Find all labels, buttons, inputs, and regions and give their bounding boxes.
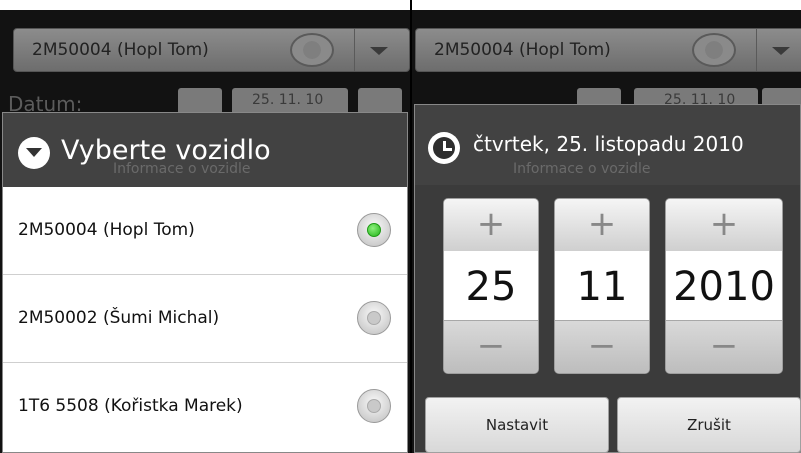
month-plus-button[interactable]: + [555,199,649,252]
day-spinner: + 25 − [443,198,539,374]
top-strip [0,0,410,10]
year-plus-button[interactable]: + [666,199,782,252]
day-plus-button[interactable]: + [444,199,538,252]
vehicle-combo-value: 2M50004 (Hopl Tom) [434,40,611,60]
date-picker-screen: 2M50004 (Hopl Tom) 25. 11. 10 čtvrtek, 2… [412,0,801,453]
radio-unselected-icon[interactable] [357,389,391,423]
vehicle-dialog: Vyberte vozidlo Informace o vozidle 2M50… [2,112,408,453]
top-strip [412,0,801,10]
list-item[interactable]: 2M50004 (Hopl Tom) [3,187,407,275]
radio-unselected-icon[interactable] [357,301,391,335]
vehicle-combo-value: 2M50004 (Hopl Tom) [32,40,209,60]
vehicle-options-list: 2M50004 (Hopl Tom) 2M50002 (Šumi Michal)… [3,187,407,452]
vehicle-select-screen: 2M50004 (Hopl Tom) Datum: 25. 11. 10 Vyb… [0,0,410,453]
ghost-text: Informace o vozidle [513,161,651,177]
dialog-title-bar: Vyberte vozidlo Informace o vozidle [3,113,407,187]
dialog-title: čtvrtek, 25. listopadu 2010 [473,132,744,156]
option-label: 2M50002 (Šumi Michal) [18,308,220,328]
month-minus-button[interactable]: − [555,320,649,373]
chevron-down-icon [772,47,790,55]
vehicle-combo[interactable]: 2M50004 (Hopl Tom) [415,28,801,72]
date-value: 25. 11. 10 [252,92,324,108]
cancel-button[interactable]: Zrušit [617,397,801,453]
vehicle-combo[interactable]: 2M50004 (Hopl Tom) [13,28,410,72]
vehicle-info-button[interactable] [692,33,736,67]
dialog-title-bar: čtvrtek, 25. listopadu 2010 Informace o … [415,105,800,185]
year-spinner: + 2010 − [665,198,783,374]
vehicle-dropdown-button[interactable] [354,29,405,71]
month-spinner: + 11 − [554,198,650,374]
set-button[interactable]: Nastavit [425,397,609,453]
day-minus-button[interactable]: − [444,320,538,373]
radio-selected-icon[interactable] [357,213,391,247]
option-label: 2M50004 (Hopl Tom) [18,220,195,240]
day-value[interactable]: 25 [444,251,538,323]
chevron-down-icon [370,47,388,55]
list-item[interactable]: 1T6 5508 (Kořistka Marek) [3,363,407,451]
vehicle-dropdown-button[interactable] [756,29,801,71]
year-value[interactable]: 2010 [666,251,782,323]
month-value[interactable]: 11 [555,251,649,323]
vehicle-info-button[interactable] [290,33,334,67]
chevron-down-circle-icon [18,137,50,169]
option-label: 1T6 5508 (Kořistka Marek) [18,396,243,416]
clock-icon [428,132,460,164]
ghost-text: Informace o vozidle [113,161,251,177]
list-item[interactable]: 2M50002 (Šumi Michal) [3,275,407,363]
year-minus-button[interactable]: − [666,320,782,373]
